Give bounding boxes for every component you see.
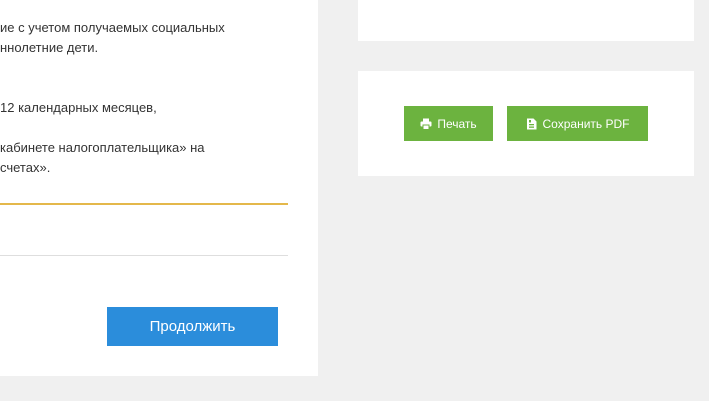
save-pdf-button[interactable]: Сохранить PDF bbox=[507, 106, 648, 141]
main-content-card: ие с учетом получаемых социальных ннолет… bbox=[0, 0, 318, 376]
info-text-line: кабинете налогоплательщика» на bbox=[0, 140, 205, 155]
printer-icon bbox=[420, 118, 432, 130]
file-pdf-icon bbox=[526, 118, 538, 130]
info-text-line: ие с учетом получаемых социальных bbox=[0, 20, 225, 35]
print-button-label: Печать bbox=[437, 116, 477, 131]
save-pdf-button-label: Сохранить PDF bbox=[542, 116, 630, 131]
accent-divider bbox=[0, 203, 288, 205]
print-button[interactable]: Печать bbox=[404, 106, 493, 141]
top-right-card bbox=[358, 0, 694, 41]
info-text-line: ннолетние дети. bbox=[0, 40, 99, 55]
section-divider bbox=[0, 255, 288, 256]
info-text-line: счетах». bbox=[0, 160, 51, 175]
continue-button[interactable]: Продолжить bbox=[107, 307, 278, 346]
info-text-line: 12 календарных месяцев, bbox=[0, 100, 157, 115]
actions-card: Печать Сохранить PDF bbox=[358, 71, 694, 176]
